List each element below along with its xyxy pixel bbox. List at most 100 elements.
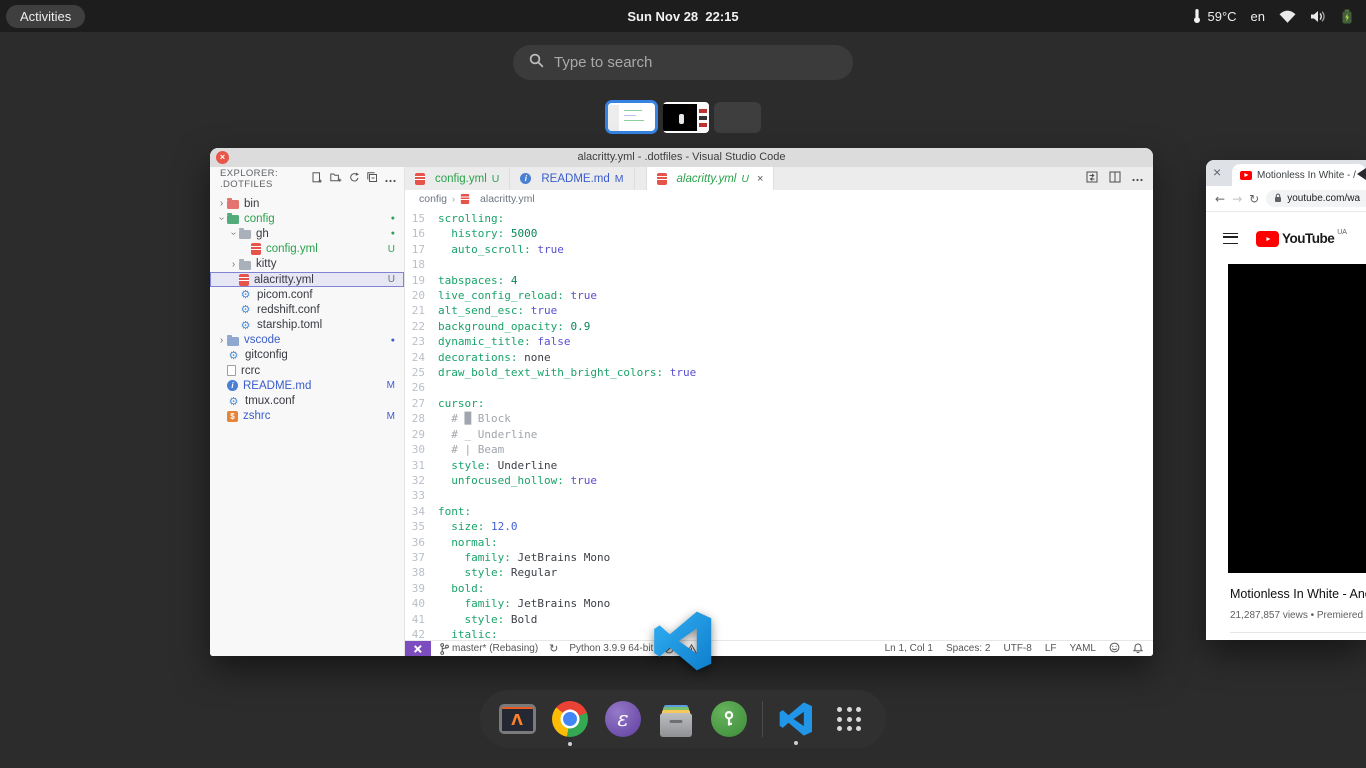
open-changes-icon[interactable] [1086, 171, 1098, 186]
line-number: 34 [405, 504, 438, 519]
vscode-app-icon-large[interactable] [653, 611, 713, 671]
youtube-logo[interactable]: YouTube UA [1256, 229, 1347, 247]
eol-setting[interactable]: LF [1045, 643, 1057, 654]
dock-item-keepassxc[interactable] [709, 701, 749, 737]
volume-icon[interactable] [1310, 10, 1326, 23]
git-status-badge: M [387, 411, 395, 422]
clock[interactable]: Sun Nov 28 22:15 [627, 9, 738, 24]
folder-file-icon [227, 200, 239, 209]
explorer-item-starship.toml[interactable]: ⚙starship.toml [210, 318, 404, 333]
back-icon[interactable]: ← [1215, 192, 1225, 206]
chevron-down-icon[interactable]: › [228, 228, 239, 239]
wifi-icon[interactable] [1279, 10, 1296, 23]
new-folder-icon[interactable] [330, 170, 342, 188]
explorer-item-redshift.conf[interactable]: ⚙redshift.conf [210, 302, 404, 317]
more-actions-icon[interactable] [385, 170, 396, 188]
chrome-tabstrip: × Motionless In White - / [1206, 160, 1366, 186]
search-input[interactable]: Type to search [513, 45, 853, 80]
window-close-button[interactable]: × [216, 151, 229, 164]
workspace-thumbnail-1[interactable] [605, 100, 658, 134]
chevron-right-icon[interactable]: › [216, 335, 227, 346]
sync-icon[interactable]: ↻ [549, 642, 558, 655]
explorer-item-alacritty.yml[interactable]: alacritty.ymlU [210, 272, 404, 287]
battery-charging-icon[interactable] [1340, 9, 1354, 24]
dock-item-show-applications[interactable] [829, 707, 869, 731]
activities-button[interactable]: Activities [6, 5, 85, 28]
file-name: vscode [244, 334, 280, 346]
explorer-item-gitconfig[interactable]: ⚙gitconfig [210, 348, 404, 363]
python-interpreter[interactable]: Python 3.9.9 64-bit [569, 643, 653, 654]
language-mode[interactable]: YAML [1070, 643, 1097, 654]
tab-readme-md[interactable]: i README.md M [510, 167, 634, 190]
file-file-icon [227, 365, 236, 376]
git-branch-status[interactable]: master* (Rebasing) [440, 643, 538, 655]
new-file-icon[interactable] [312, 170, 323, 188]
vscode-window[interactable]: × alacritty.yml - .dotfiles - Visual Stu… [210, 148, 1153, 656]
lock-icon [1274, 190, 1282, 207]
git-status-badge: ● [391, 337, 395, 344]
explorer-item-tmux.conf[interactable]: ⚙tmux.conf [210, 393, 404, 408]
explorer-item-config[interactable]: ›config● [210, 211, 404, 226]
workspace-thumbnail-2[interactable] [663, 102, 709, 133]
dock-item-emacs[interactable]: ε [603, 701, 643, 737]
breadcrumb-file[interactable]: alacritty.yml [480, 193, 535, 205]
line-number: 26 [405, 380, 438, 395]
breadcrumb-folder[interactable]: config [419, 193, 447, 205]
address-bar[interactable]: youtube.com/wa [1266, 190, 1366, 207]
dock-item-chrome[interactable] [550, 701, 590, 737]
workspace-thumbnail-new[interactable] [714, 102, 761, 133]
dock-item-vscode[interactable] [776, 702, 816, 736]
dock-item-alacritty[interactable]: Λ [497, 704, 537, 734]
chevron-right-icon[interactable]: › [228, 259, 239, 270]
explorer-item-README.md[interactable]: iREADME.mdM [210, 378, 404, 393]
explorer-item-gh[interactable]: ›gh● [210, 226, 404, 241]
split-editor-icon[interactable] [1109, 171, 1121, 186]
keyboard-layout[interactable]: en [1251, 9, 1265, 24]
chevron-down-icon[interactable]: › [216, 213, 227, 224]
explorer-item-bin[interactable]: ›bin [210, 196, 404, 211]
line-number: 36 [405, 535, 438, 550]
code-line-42: 42 italic: [405, 627, 1153, 640]
explorer-item-rcrc[interactable]: rcrc [210, 363, 404, 378]
chevron-right-icon[interactable]: › [216, 198, 227, 209]
line-content: cursor: [438, 396, 484, 411]
chrome-window[interactable]: × Motionless In White - / ← → ↻ youtube.… [1206, 160, 1366, 640]
cursor-position[interactable]: Ln 1, Col 1 [885, 643, 933, 654]
tab-config-yml[interactable]: config.yml U [405, 167, 510, 190]
video-meta: 21,287,857 views • Premiered Dec [1230, 610, 1366, 621]
explorer-item-config.yml[interactable]: config.ymlU [210, 242, 404, 257]
more-actions-icon[interactable] [1132, 173, 1143, 185]
yaml-file-icon [239, 274, 249, 286]
gear-file-icon: ⚙ [227, 395, 240, 407]
encoding-setting[interactable]: UTF-8 [1003, 643, 1031, 654]
feedback-icon[interactable] [1109, 642, 1120, 656]
chrome-window-close-button[interactable]: × [1213, 164, 1221, 180]
refresh-explorer-icon[interactable] [349, 170, 360, 188]
file-name: zshrc [243, 410, 270, 422]
breadcrumb[interactable]: config › alacritty.yml [405, 190, 1153, 207]
file-name: picom.conf [257, 289, 313, 301]
notifications-bell-icon[interactable] [1133, 642, 1143, 656]
url-text: youtube.com/wa [1287, 193, 1360, 204]
video-player[interactable] [1228, 264, 1366, 573]
explorer-item-kitty[interactable]: ›kitty [210, 257, 404, 272]
hamburger-menu-icon[interactable] [1223, 233, 1238, 244]
indentation-setting[interactable]: Spaces: 2 [946, 643, 990, 654]
explorer-item-zshrc[interactable]: $zshrcM [210, 409, 404, 424]
code-area[interactable]: 15scrolling:16 history: 500017 auto_scro… [405, 207, 1153, 640]
explorer-item-vscode[interactable]: › vscode ● [210, 333, 404, 348]
dock-separator [762, 701, 763, 737]
chrome-active-tab[interactable]: Motionless In White - / [1232, 164, 1366, 186]
reload-icon[interactable]: ↻ [1249, 192, 1259, 206]
dock-item-files[interactable] [656, 702, 696, 737]
explorer-item-picom.conf[interactable]: ⚙picom.conf [210, 287, 404, 302]
forward-icon[interactable]: → [1232, 192, 1242, 206]
tab-close-icon[interactable]: × [757, 173, 763, 185]
remote-indicator[interactable] [405, 641, 431, 656]
line-number: 39 [405, 581, 438, 596]
file-name: config [244, 213, 275, 225]
collapse-folders-icon[interactable] [367, 170, 378, 188]
line-number: 27 [405, 396, 438, 411]
tab-alacritty-yml[interactable]: alacritty.yml U × [646, 167, 775, 190]
vscode-titlebar[interactable]: × alacritty.yml - .dotfiles - Visual Stu… [210, 148, 1153, 167]
